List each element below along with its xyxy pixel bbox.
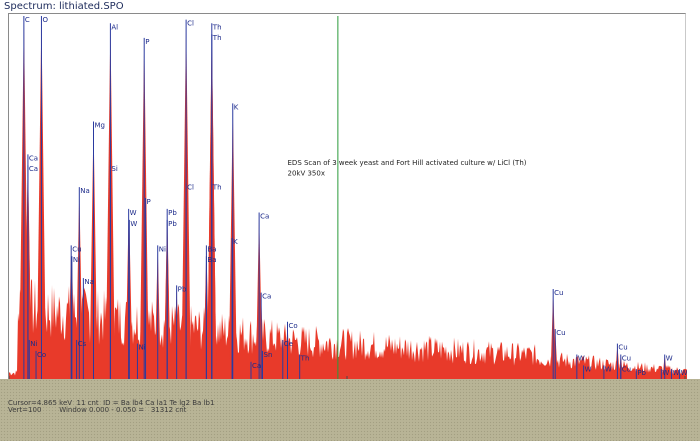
peak-label-32: Cu [618,344,627,352]
peak-label-6: Th [212,34,222,42]
peak-label-11: Ca [29,165,38,173]
peak-label-35: W [666,355,673,363]
peak-label-46: Ni [30,340,37,348]
window-readout: Vert=100 Window 0.000 - 0.050 = 31312 cn… [8,406,187,414]
peak-label-45: Th [300,355,310,363]
peak-label-24: Ba [207,245,216,253]
peak-label-51: Ca [252,362,261,370]
status-panel: Cursor=4.865 keV 11 cnt ID = Ba lb4 Ca l… [0,379,700,441]
peak-label-22: Cu [72,245,81,253]
annotation-line-1: 20kV 350x [288,169,325,177]
peak-label-47: Co [37,351,46,359]
peak-label-10: Ca [29,154,38,162]
peak-label-14: Th [212,183,222,191]
peak-label-34: W [578,355,585,363]
peak-label-9: Si [111,165,117,173]
peak-label-5: Th [212,23,222,31]
spectrum-plot-frame[interactable]: EDS Scan of 3 week yeast and Fort Hill a… [8,13,687,380]
peak-label-25: Ba [207,256,216,264]
peak-label-41: W [672,369,679,377]
peak-label-37: W [585,365,592,373]
peak-label-12: Na [80,187,90,195]
peak-label-19: Pb [168,220,177,228]
peak-label-16: W [130,209,137,217]
peak-label-27: Na [84,278,94,286]
peak-label-28: Pb [178,285,187,293]
peak-label-3: P [145,38,149,46]
peak-label-48: Cs [78,340,87,348]
peak-label-7: K [234,103,239,111]
peak-label-39: Pb [637,369,646,377]
peak-label-8: Mg [95,122,105,130]
peak-label-2: Al [111,23,118,31]
peak-label-4: Cl [187,20,194,28]
peak-label-33: Cu [622,355,631,363]
peak-label-49: Ni [138,344,145,352]
peak-label-0: C [25,16,30,24]
peak-label-42: W [681,369,687,377]
spectrum-chart[interactable]: EDS Scan of 3 week yeast and Fort Hill a… [9,14,687,380]
peak-label-29: Ca [262,293,271,301]
peak-label-20: Ca [260,213,269,221]
peak-label-50: Sn [264,351,273,359]
peak-label-40: W [662,369,669,377]
peak-label-18: Pb [168,209,177,217]
peak-label-44: Ce [284,340,293,348]
peak-label-15: P [147,198,151,206]
peak-label-36: Cu [622,365,631,373]
peak-label-26: Ni [73,256,80,264]
annotation-line-0: EDS Scan of 3 week yeast and Fort Hill a… [288,159,527,167]
peak-label-17: W [130,220,137,228]
peak-label-21: K [233,238,238,246]
peak-label-30: Cu [554,289,563,297]
peak-label-31: Cu [556,329,565,337]
peak-label-43: Co [289,322,298,330]
peak-label-1: O [42,16,48,24]
peak-label-13: Cl [187,183,194,191]
peak-label-38: W [605,365,612,373]
window-title: Spectrum: lithiated.SPO [4,1,124,12]
peak-label-23: Ni [159,245,166,253]
